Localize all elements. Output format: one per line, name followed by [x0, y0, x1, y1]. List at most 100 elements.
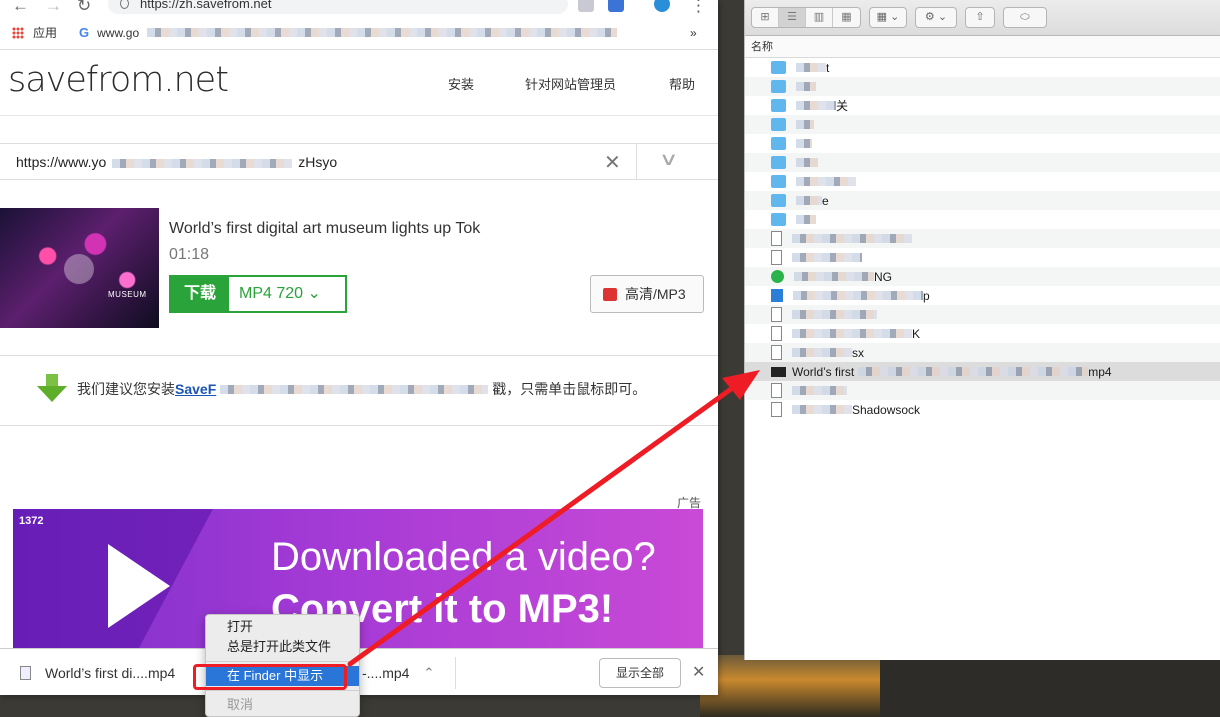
back-icon[interactable]: ←	[12, 0, 29, 16]
icon-view-icon[interactable]: ⊞	[752, 8, 779, 27]
document-icon	[771, 250, 782, 265]
bookmark-google[interactable]: www.go	[97, 26, 139, 40]
document-icon	[771, 289, 783, 302]
url-input-value[interactable]: https://www.yo zHsyo	[16, 154, 337, 170]
file-row[interactable]: e	[745, 191, 1220, 210]
file-row[interactable]	[745, 210, 1220, 229]
savefrom-helper-link[interactable]: SaveF	[175, 381, 216, 397]
gear-icon[interactable]: ⚙ ⌄	[915, 7, 957, 28]
file-row[interactable]: NG	[745, 267, 1220, 286]
file-name: World’s first	[792, 364, 855, 379]
file-row[interactable]	[745, 77, 1220, 96]
share-icon[interactable]: ⇧	[965, 7, 995, 28]
file-row[interactable]: K	[745, 324, 1220, 343]
bookmark-apps[interactable]: 应用	[33, 24, 57, 41]
mail-extension-icon[interactable]	[608, 0, 624, 12]
name-column-header[interactable]: 名称	[745, 36, 1220, 58]
nav-install[interactable]: 安装	[448, 74, 474, 93]
clear-icon[interactable]: ✕	[604, 150, 621, 175]
tag-icon[interactable]: ⬭	[1003, 7, 1047, 28]
google-icon: G	[79, 25, 90, 40]
menu-icon[interactable]: ⋮	[690, 0, 707, 16]
app-icon	[771, 270, 784, 283]
reload-icon[interactable]: ↻	[77, 0, 91, 16]
file-row[interactable]	[745, 381, 1220, 400]
file-row[interactable]: World’s first mp4	[745, 362, 1220, 381]
divider	[455, 657, 456, 689]
file-row[interactable]: sx	[745, 343, 1220, 362]
folder-icon	[771, 156, 786, 169]
file-row[interactable]	[745, 248, 1220, 267]
forward-icon[interactable]: →	[45, 0, 62, 16]
folder-icon	[771, 137, 786, 150]
menu-always-open[interactable]: 总是打开此类文件	[206, 637, 359, 657]
savefrom-header: savefrom.net 安装 针对网站管理员 帮助	[0, 50, 718, 116]
video-file-icon	[771, 366, 786, 377]
blurred-text	[796, 158, 818, 167]
blurred-text	[793, 291, 923, 300]
finder-window: ⊞ ☰ ▥ ▦ ▦ ⌄ ⚙ ⌄ ⇧ ⬭ 名称 t 关 e NG p Ksx World’s …	[744, 0, 1220, 660]
profile-avatar[interactable]	[654, 0, 670, 12]
download-item[interactable]: -....mp4 ⌃	[362, 649, 434, 695]
document-icon	[771, 345, 782, 360]
column-view-icon[interactable]: ▥	[806, 8, 833, 27]
download-item[interactable]: World’s first di....mp4	[20, 649, 175, 695]
show-all-button[interactable]: 显示全部	[599, 658, 681, 688]
file-name: sx	[852, 345, 864, 360]
menu-open[interactable]: 打开	[206, 617, 359, 637]
format-selector[interactable]: MP4 720 ⌄	[229, 277, 345, 311]
file-row[interactable]: Shadowsock	[745, 400, 1220, 419]
video-thumbnail[interactable]: MUSEUM	[0, 208, 159, 328]
group-icon[interactable]: ▦ ⌄	[869, 7, 907, 28]
blurred-text	[792, 253, 862, 262]
gallery-view-icon[interactable]: ▦	[833, 8, 860, 27]
hd-mp3-button[interactable]: 高清/MP3	[590, 275, 704, 313]
url-divider	[636, 144, 637, 179]
bookmarks-overflow[interactable]: »	[690, 26, 697, 40]
file-row[interactable]: 关	[745, 96, 1220, 115]
menu-separator	[206, 661, 359, 662]
divider	[0, 425, 718, 426]
finder-toolbar: ⊞ ☰ ▥ ▦ ▦ ⌄ ⚙ ⌄ ⇧ ⬭	[745, 0, 1220, 36]
thumbnail-caption: MUSEUM	[108, 290, 147, 299]
extension-icon[interactable]	[578, 0, 594, 12]
file-row[interactable]	[745, 172, 1220, 191]
chevron-up-icon[interactable]: ⌃	[423, 665, 434, 681]
nav-help[interactable]: 帮助	[669, 74, 695, 93]
file-row[interactable]	[745, 229, 1220, 248]
view-mode-segmented[interactable]: ⊞ ☰ ▥ ▦	[751, 7, 861, 28]
menu-separator	[206, 690, 359, 691]
file-row[interactable]: t	[745, 58, 1220, 77]
video-duration: 01:18	[169, 246, 210, 263]
folder-icon	[771, 175, 786, 188]
download-button[interactable]: 下载 MP4 720 ⌄	[169, 275, 347, 313]
close-icon[interactable]: ✕	[692, 662, 705, 682]
document-icon	[771, 326, 782, 341]
file-row[interactable]	[745, 115, 1220, 134]
download-label[interactable]: 下载	[171, 277, 229, 311]
chevron-down-icon[interactable]: ∨	[659, 149, 679, 170]
folder-icon	[771, 61, 786, 74]
ad-number: 1372	[19, 515, 44, 527]
video-url-field[interactable]: https://www.yo zHsyo ✕ ∨	[0, 143, 718, 180]
savefrom-logo[interactable]: savefrom.net	[8, 60, 229, 100]
document-icon	[771, 307, 782, 322]
file-name: Shadowsock	[852, 402, 921, 417]
menu-cancel[interactable]: 取消	[206, 695, 359, 715]
list-view-icon[interactable]: ☰	[779, 8, 806, 27]
blurred-text	[792, 329, 912, 338]
file-row[interactable]: p	[745, 286, 1220, 305]
file-name: t	[826, 60, 830, 75]
nav-webmasters[interactable]: 针对网站管理员	[525, 74, 616, 93]
apps-grid-icon[interactable]	[12, 26, 24, 39]
url-omnibox[interactable]: https://zh.savefrom.net	[108, 0, 568, 14]
blurred-text	[796, 63, 826, 72]
file-row[interactable]	[745, 305, 1220, 324]
blurred-text	[796, 101, 836, 110]
file-row[interactable]	[745, 134, 1220, 153]
address-bar-row: ← → ↻ https://zh.savefrom.net ⋮	[0, 0, 718, 16]
file-row[interactable]	[745, 153, 1220, 172]
document-icon	[771, 402, 782, 417]
file-extension: mp4	[1088, 364, 1112, 379]
desktop-background	[880, 655, 1220, 717]
